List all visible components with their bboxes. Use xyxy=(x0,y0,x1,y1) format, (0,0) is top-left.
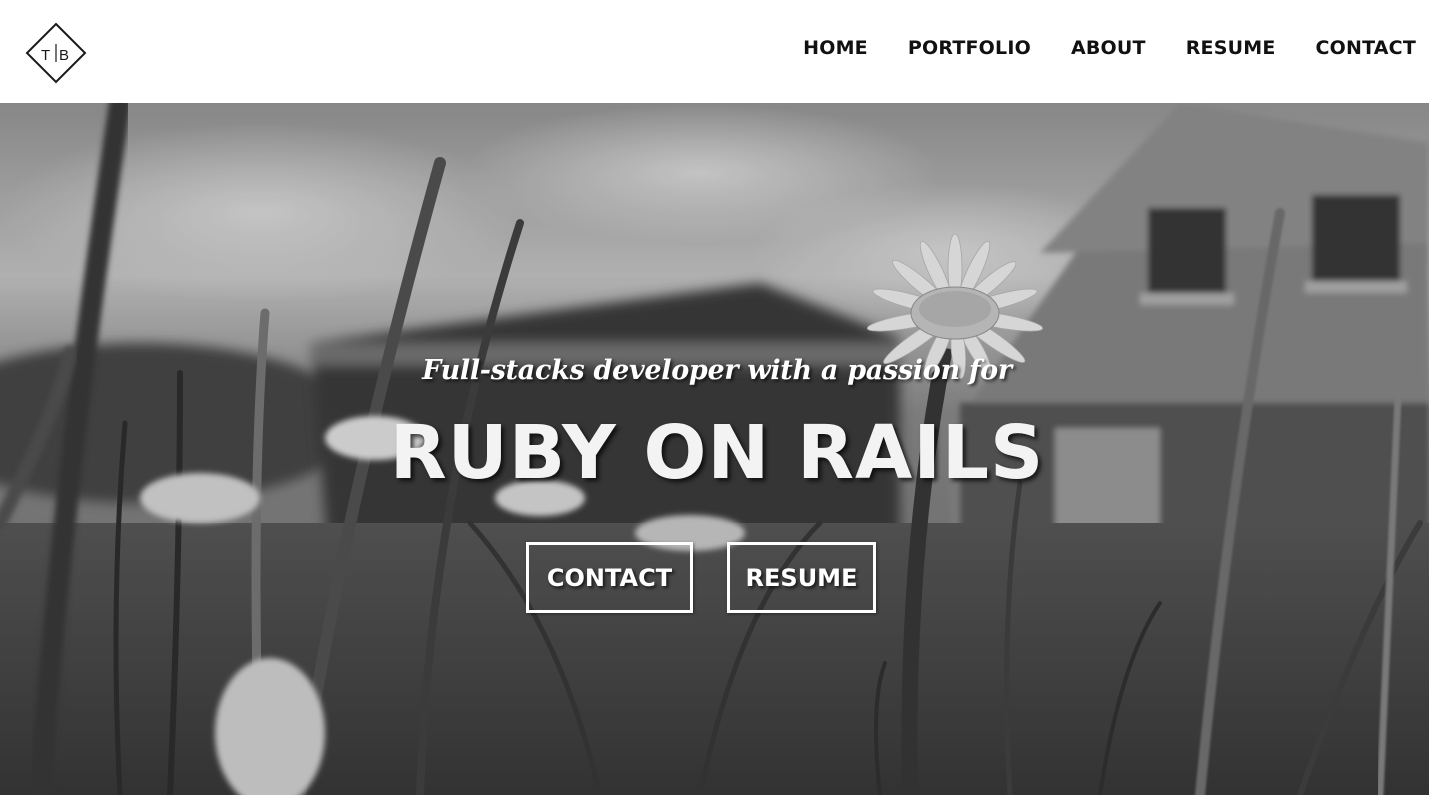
resume-button[interactable]: RESUME xyxy=(727,542,876,613)
nav-contact[interactable]: CONTACT xyxy=(1316,37,1417,59)
diamond-monogram-logo[interactable]: T B xyxy=(25,22,87,84)
main-nav: HOME PORTFOLIO ABOUT RESUME CONTACT xyxy=(803,34,1416,62)
hero-headline: RUBY ON RAILS xyxy=(389,410,1045,496)
site-header: T B HOME PORTFOLIO ABOUT RESUME CONTACT xyxy=(0,0,1429,103)
hero-section: Full-stacks developer with a passion for… xyxy=(0,103,1429,795)
contact-button[interactable]: CONTACT xyxy=(526,542,693,613)
svg-text:B: B xyxy=(59,47,69,64)
hero-tagline: Full-stacks developer with a passion for xyxy=(422,355,1012,386)
nav-resume[interactable]: RESUME xyxy=(1186,37,1276,59)
nav-portfolio[interactable]: PORTFOLIO xyxy=(908,37,1031,59)
svg-text:T: T xyxy=(41,47,50,64)
nav-home[interactable]: HOME xyxy=(803,37,868,59)
nav-about[interactable]: ABOUT xyxy=(1071,37,1146,59)
